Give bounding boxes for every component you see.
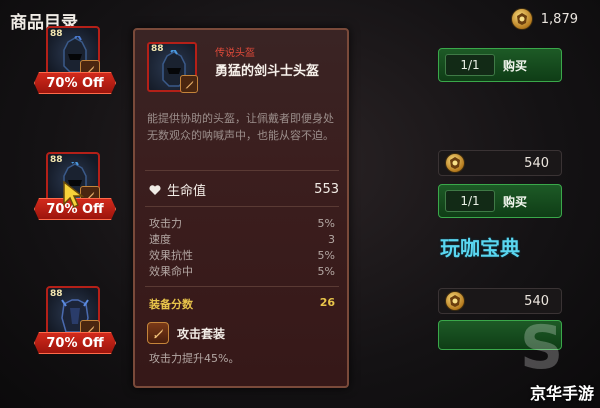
sub-stat-label: 攻击力 bbox=[149, 217, 182, 230]
divider bbox=[145, 170, 339, 171]
pointer-cursor-icon bbox=[63, 180, 85, 209]
currency-crest-icon bbox=[445, 291, 465, 311]
set-bonus-row: 攻击套装 bbox=[147, 322, 225, 344]
price-box-2: 540 bbox=[438, 150, 562, 176]
heart-icon bbox=[149, 184, 161, 195]
divider bbox=[145, 286, 339, 287]
discount-badge: 70% Off bbox=[34, 72, 116, 94]
shop-item-3[interactable]: 88 70% Off bbox=[32, 286, 132, 354]
sub-stat-row: 速度 3 bbox=[149, 232, 335, 248]
sub-stat-value: 5% bbox=[317, 217, 335, 230]
quantity-display: 1/1 bbox=[445, 190, 495, 212]
item-name: 勇猛的剑斗士头盔 bbox=[215, 64, 320, 79]
buy-button[interactable]: 购买 bbox=[503, 57, 527, 74]
item-icon-frame[interactable]: 88 bbox=[46, 286, 100, 340]
item-description: 能提供协助的头盔，让佩戴者即便身处无数观众的呐喊声中，也能从容不迫。 bbox=[147, 112, 334, 142]
main-stat-label: 生命值 bbox=[167, 184, 207, 199]
sub-stat-label: 效果命中 bbox=[149, 265, 193, 278]
set-bonus-label: 攻击套装 bbox=[177, 326, 226, 341]
watermark-text: 玩咖宝典 bbox=[440, 236, 520, 260]
quantity-display: 1/1 bbox=[445, 54, 495, 76]
gear-score-value: 26 bbox=[319, 296, 335, 309]
sub-stat-value: 5% bbox=[317, 265, 335, 278]
sub-stat-row: 效果命中 5% bbox=[149, 264, 335, 280]
set-bonus-description: 攻击力提升45%。 bbox=[149, 352, 240, 365]
purchase-row-2: 1/1 购买 bbox=[438, 184, 562, 218]
purchase-row-1: 1/1 购买 bbox=[438, 48, 562, 82]
main-stat-row: 生命值 553 bbox=[149, 180, 339, 199]
buy-button[interactable]: 购买 bbox=[503, 193, 527, 210]
price-value: 540 bbox=[524, 293, 549, 309]
watermark-s-icon: S bbox=[520, 313, 564, 383]
watermark-text-secondary: 京华手游 bbox=[529, 384, 594, 403]
item-tooltip: 88 传说头盔 勇猛的剑斗士头盔 能提供协助的头盔，让佩戴者即便身处无数观众的呐… bbox=[133, 28, 349, 388]
tooltip-item-icon: 88 bbox=[147, 42, 198, 93]
sub-stat-list: 攻击力 5% 速度 3 效果抗性 5% 效果命中 5% bbox=[149, 216, 335, 280]
attack-set-icon bbox=[147, 322, 169, 344]
main-stat-value: 553 bbox=[314, 182, 339, 197]
sub-stat-row: 效果抗性 5% bbox=[149, 248, 335, 264]
gear-score-label: 装备分数 bbox=[149, 298, 193, 311]
currency-display: 1,879 bbox=[510, 8, 578, 30]
price-box-3: 540 bbox=[438, 288, 562, 314]
sword-tag-icon bbox=[180, 75, 198, 93]
currency-crest-icon bbox=[510, 8, 533, 30]
currency-crest-icon bbox=[445, 153, 465, 173]
sub-stat-value: 3 bbox=[328, 233, 335, 246]
sub-stat-label: 效果抗性 bbox=[149, 249, 193, 262]
item-icon-frame[interactable]: 88 bbox=[46, 26, 100, 80]
item-rarity: 传说头盔 bbox=[215, 48, 255, 59]
sub-stat-value: 5% bbox=[317, 249, 335, 262]
divider bbox=[145, 206, 339, 207]
sub-stat-label: 速度 bbox=[149, 233, 171, 246]
shop-item-1[interactable]: 88 70% Off bbox=[32, 26, 132, 94]
currency-amount: 1,879 bbox=[540, 11, 578, 27]
price-value: 540 bbox=[524, 155, 549, 171]
gear-score-row: 装备分数 26 bbox=[149, 296, 335, 312]
sub-stat-row: 攻击力 5% bbox=[149, 216, 335, 232]
discount-badge: 70% Off bbox=[34, 332, 116, 354]
